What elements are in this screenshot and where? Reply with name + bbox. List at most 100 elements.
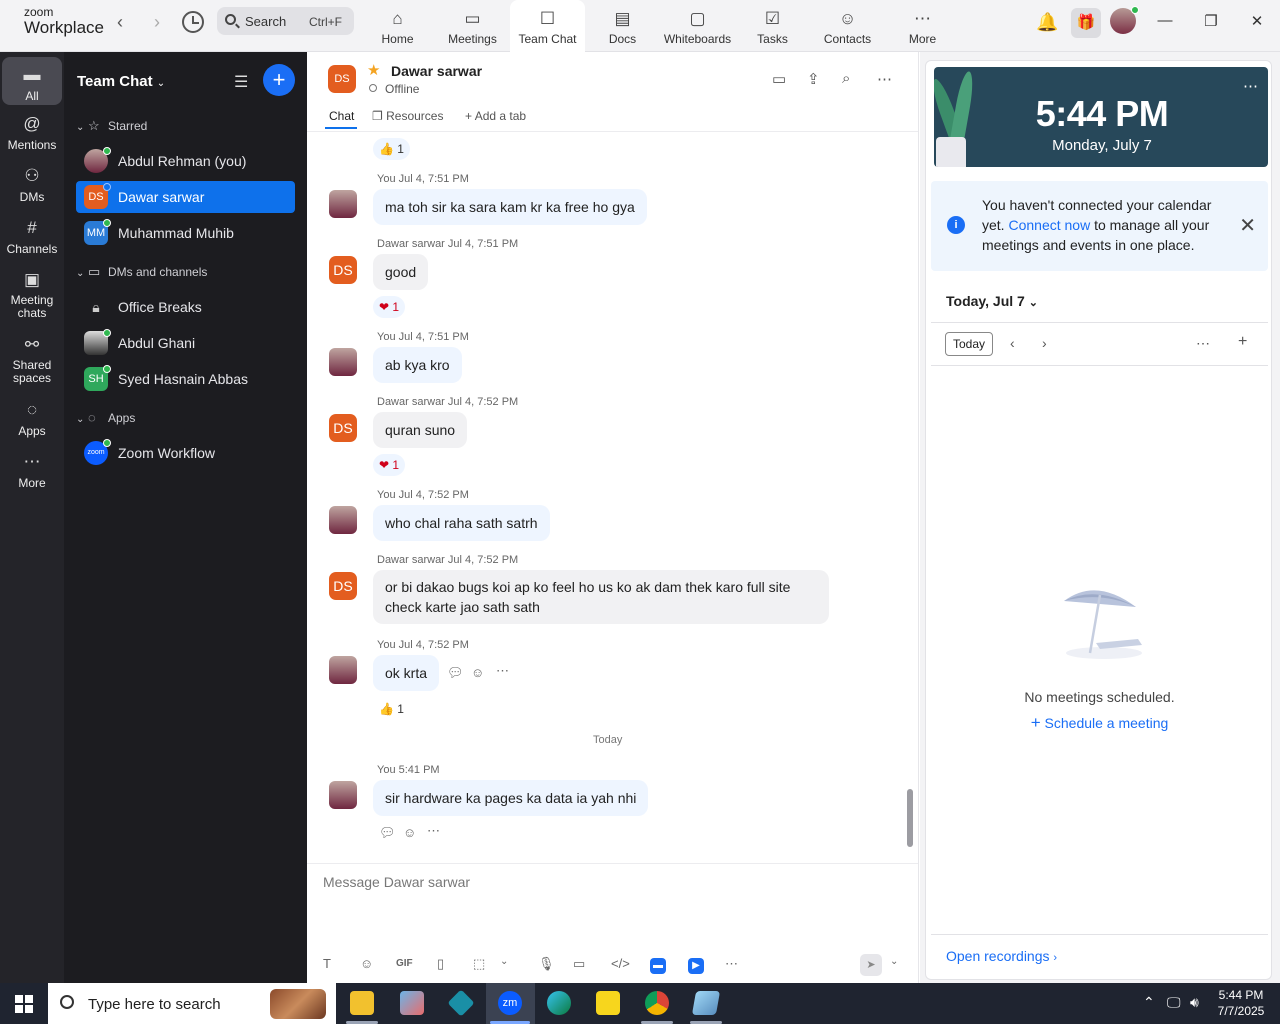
add-event-icon[interactable]: + bbox=[1238, 333, 1247, 351]
app-icon[interactable]: ▶ bbox=[688, 958, 704, 974]
tab-team-chat[interactable]: ☐ Team Chat bbox=[510, 0, 585, 52]
tab-whiteboards[interactable]: ▢ Whiteboards bbox=[660, 0, 735, 52]
connect-now-link[interactable]: Connect now bbox=[1008, 217, 1090, 233]
app-icon[interactable] bbox=[400, 991, 424, 1015]
scrollbar-thumb[interactable] bbox=[907, 789, 913, 847]
avatar[interactable] bbox=[329, 506, 357, 534]
rail-item-channels[interactable]: # Channels bbox=[2, 218, 62, 256]
message-bubble[interactable]: good bbox=[373, 254, 429, 290]
more-actions-icon[interactable]: ⋯ bbox=[427, 823, 440, 839]
tab-resources[interactable]: ❐ Resources bbox=[372, 109, 443, 123]
reaction-heart[interactable]: ❤ 1 bbox=[373, 454, 406, 476]
star-icon[interactable]: ★ bbox=[367, 61, 380, 79]
more-options-icon[interactable]: ⋯ bbox=[877, 70, 892, 88]
rail-item-mentions[interactable]: @ Mentions bbox=[2, 114, 62, 152]
format-text-icon[interactable]: T bbox=[323, 956, 331, 971]
network-icon[interactable]: 🖵︎ bbox=[1167, 994, 1181, 1011]
more-options-icon[interactable]: ⋯ bbox=[1243, 77, 1258, 95]
schedule-meeting-link[interactable]: + Schedule a meeting bbox=[926, 713, 1271, 733]
search-input[interactable]: Search Ctrl+F bbox=[217, 7, 354, 35]
avatar[interactable] bbox=[329, 781, 357, 809]
close-icon[interactable]: ✕ bbox=[1239, 213, 1256, 238]
sidebar-item-office-breaks[interactable]: 🔒︎ Office Breaks bbox=[76, 291, 295, 323]
chevron-down-icon[interactable]: ⌄ bbox=[890, 956, 898, 967]
section-apps[interactable]: ⌄ ◌ Apps bbox=[76, 410, 135, 425]
app-icon[interactable] bbox=[691, 991, 721, 1015]
search-icon[interactable]: ⌕ bbox=[842, 70, 850, 87]
message-bubble[interactable]: ab kya kro bbox=[373, 347, 462, 383]
chevron-left-icon[interactable]: ‹ bbox=[1010, 335, 1015, 351]
tab-tasks[interactable]: ☑ Tasks bbox=[735, 0, 810, 52]
avatar[interactable]: DS bbox=[329, 414, 357, 442]
sidebar-title[interactable]: Team Chat ⌄ bbox=[77, 73, 165, 90]
taskbar-clock[interactable]: 5:44 PM 7/7/2025 bbox=[1206, 987, 1276, 1019]
tab-chat[interactable]: Chat bbox=[329, 109, 354, 123]
volume-icon[interactable]: 🔊︎ bbox=[1190, 994, 1199, 1011]
taskbar-search-input[interactable]: Type here to search bbox=[48, 983, 336, 1024]
file-explorer-icon[interactable] bbox=[350, 991, 374, 1015]
history-icon[interactable] bbox=[182, 11, 204, 33]
emoji-icon[interactable]: ☺ bbox=[360, 956, 373, 971]
reply-icon[interactable]: 💬︎ bbox=[379, 825, 396, 841]
microphone-icon[interactable]: 🎙︎ bbox=[538, 956, 555, 972]
add-reaction-icon[interactable]: ☺ bbox=[471, 665, 484, 680]
rail-item-dms[interactable]: ⚇ DMs bbox=[2, 166, 62, 204]
sidebar-item-abdul-ghani[interactable]: Abdul Ghani bbox=[76, 327, 295, 359]
chat-title[interactable]: Dawar sarwar bbox=[391, 63, 482, 79]
edge-browser-icon[interactable] bbox=[547, 991, 571, 1015]
tab-contacts[interactable]: ☺ Contacts bbox=[810, 0, 885, 52]
reaction-thumbs-up[interactable]: 👍 1 bbox=[373, 138, 410, 160]
screenshot-icon[interactable]: ⬚ bbox=[473, 956, 485, 972]
reply-icon[interactable]: 💬︎ bbox=[447, 665, 464, 681]
rail-item-apps[interactable]: ◌ Apps bbox=[2, 400, 62, 438]
windows-start-icon[interactable] bbox=[15, 995, 33, 1013]
sidebar-item-muhammad-muhib[interactable]: MM Muhammad Muhib bbox=[76, 217, 295, 249]
code-icon[interactable]: </> bbox=[611, 956, 630, 971]
avatar[interactable] bbox=[1110, 6, 1139, 34]
sidebar-item-abdul-rehman[interactable]: Abdul Rehman (you) bbox=[76, 145, 295, 177]
message-bubble[interactable]: ma toh sir ka sara kam kr ka free ho gya bbox=[373, 189, 647, 225]
section-dms-channels[interactable]: ⌄ ▭ DMs and channels bbox=[76, 264, 207, 280]
video-call-icon[interactable]: ▭ bbox=[772, 70, 786, 88]
tab-meetings[interactable]: ▭ Meetings bbox=[435, 0, 510, 52]
open-recordings-link[interactable]: Open recordings › bbox=[946, 948, 1057, 964]
chevron-up-icon[interactable]: ⌃ bbox=[1143, 994, 1155, 1011]
gif-button[interactable]: GIF bbox=[396, 958, 413, 969]
avatar[interactable] bbox=[329, 348, 357, 376]
tab-home[interactable]: ⌂ Home bbox=[360, 0, 435, 52]
video-message-icon[interactable]: ▭ bbox=[573, 956, 585, 972]
message-bubble[interactable]: quran suno bbox=[373, 412, 468, 448]
today-button[interactable]: Today bbox=[945, 332, 993, 356]
reaction-thumbs-up[interactable]: 👍 1 bbox=[373, 698, 410, 720]
rail-item-all[interactable]: ▬ All bbox=[2, 57, 62, 105]
app-icon[interactable]: ▬ bbox=[650, 958, 666, 974]
rail-item-shared-spaces[interactable]: ⚯ Shared spaces bbox=[2, 335, 62, 385]
chrome-browser-icon[interactable] bbox=[645, 991, 669, 1015]
message-bubble[interactable]: or bi dakao bugs koi ap ko feel ho us ko… bbox=[373, 570, 829, 624]
message-bubble[interactable]: sir hardware ka pages ka data ia yah nhi bbox=[373, 780, 649, 816]
avatar[interactable]: DS bbox=[329, 572, 357, 600]
send-button[interactable]: ➤ bbox=[860, 954, 882, 976]
filter-icon[interactable]: ☰ bbox=[234, 72, 248, 92]
add-reaction-icon[interactable]: ☺ bbox=[403, 825, 416, 840]
gift-icon[interactable]: 🎁 bbox=[1071, 8, 1101, 38]
back-arrow-icon[interactable]: ‹ bbox=[110, 12, 130, 32]
forward-arrow-icon[interactable]: › bbox=[147, 12, 167, 32]
sidebar-item-zoom-workflow[interactable]: zoom Zoom Workflow bbox=[76, 437, 295, 469]
tab-more[interactable]: ⋯ More bbox=[885, 0, 960, 52]
rail-item-meeting-chats[interactable]: ▣ Meeting chats bbox=[2, 270, 62, 320]
app-icon[interactable] bbox=[447, 989, 475, 1017]
sidebar-item-syed-hasnain-abbas[interactable]: SH Syed Hasnain Abbas bbox=[76, 363, 295, 395]
more-icon[interactable]: ⋯ bbox=[725, 956, 738, 972]
sticky-notes-icon[interactable] bbox=[596, 991, 620, 1015]
chevron-right-icon[interactable]: › bbox=[1042, 335, 1047, 351]
more-actions-icon[interactable]: ⋯ bbox=[496, 663, 509, 679]
file-icon[interactable]: ▯ bbox=[437, 956, 444, 972]
zoom-app-icon[interactable]: zm bbox=[498, 991, 522, 1015]
avatar[interactable] bbox=[329, 656, 357, 684]
message-bubble[interactable]: who chal raha sath satrh bbox=[373, 505, 550, 541]
tab-docs[interactable]: ▤ Docs bbox=[585, 0, 660, 52]
message-input[interactable]: Message Dawar sarwar bbox=[323, 874, 470, 890]
new-chat-button[interactable]: + bbox=[263, 64, 295, 96]
date-picker[interactable]: Today, Jul 7 ⌄ bbox=[946, 293, 1038, 309]
